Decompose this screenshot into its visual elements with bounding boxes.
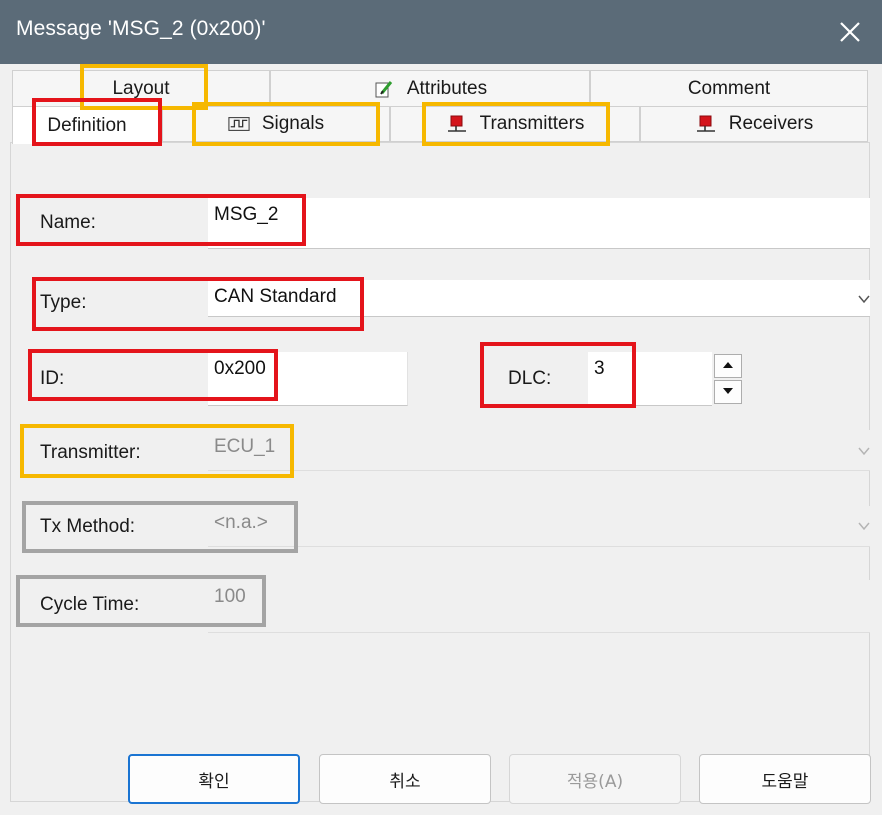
ok-button-label: 확인 [198, 771, 230, 792]
window-title: Message 'MSG_2 (0x200)' [16, 17, 266, 40]
apply-button[interactable]: 적용(A) [509, 754, 681, 804]
transmitter-select[interactable]: ECU_1 [208, 430, 870, 470]
id-value: 0x200 [214, 358, 266, 379]
id-input[interactable]: 0x200 [208, 352, 408, 406]
cycle-time-value: 100 [214, 586, 246, 607]
tab-label: Definition [47, 114, 127, 136]
title-bar: Message 'MSG_2 (0x200)' [0, 0, 882, 64]
tab-comment[interactable]: Comment [590, 70, 868, 108]
tx-method-select[interactable]: <n.a.> [208, 506, 870, 546]
tab-definition[interactable]: Definition [12, 106, 162, 144]
tab-signals[interactable]: Signals [162, 106, 390, 142]
id-label: ID: [40, 368, 65, 389]
tx-method-underline [208, 546, 870, 547]
node-flag-icon [446, 114, 468, 134]
chevron-down-icon[interactable] [857, 292, 873, 308]
type-underline [208, 316, 870, 317]
chevron-down-icon [857, 444, 873, 460]
tab-label: Layout [112, 78, 170, 99]
dlc-label: DLC: [508, 368, 552, 389]
tx-method-label: Tx Method: [40, 516, 136, 537]
tab-label: Comment [687, 78, 771, 99]
chevron-down-icon [857, 519, 873, 535]
transmitter-value: ECU_1 [214, 436, 276, 457]
cycle-time-label: Cycle Time: [40, 594, 140, 615]
dlc-value: 3 [594, 358, 605, 379]
help-button[interactable]: 도움말 [699, 754, 871, 804]
dialog-body: Layout Attributes Comment Definition Sig… [0, 64, 882, 815]
type-value: CAN Standard [214, 286, 337, 307]
tab-label: Attributes [406, 78, 488, 99]
dlc-decrement-button[interactable] [714, 380, 742, 404]
name-input[interactable]: MSG_2 [208, 198, 870, 248]
node-flag-icon [695, 114, 717, 134]
tx-method-value: <n.a.> [214, 512, 268, 533]
attributes-pencil-icon [373, 79, 395, 99]
cycle-time-underline [208, 632, 870, 633]
tab-label: Signals [261, 113, 325, 134]
type-select[interactable]: CAN Standard [208, 280, 870, 316]
cycle-time-input[interactable]: 100 [208, 580, 870, 632]
arrow-up-icon [722, 357, 734, 375]
signals-waveform-icon [228, 114, 250, 134]
transmitter-label: Transmitter: [40, 442, 141, 463]
tab-label: Transmitters [479, 113, 585, 134]
transmitter-underline [208, 470, 870, 471]
tab-transmitters[interactable]: Transmitters [390, 106, 640, 142]
help-button-label: 도움말 [761, 771, 809, 792]
tab-attributes[interactable]: Attributes [270, 70, 590, 108]
tab-label: Receivers [728, 113, 814, 134]
apply-button-label: 적용(A) [566, 771, 624, 792]
name-underline [208, 248, 870, 249]
name-label: Name: [40, 212, 96, 233]
type-label: Type: [40, 292, 87, 313]
dlc-increment-button[interactable] [714, 354, 742, 378]
close-icon [832, 14, 868, 50]
arrow-down-icon [722, 383, 734, 401]
close-button[interactable] [832, 14, 868, 50]
tab-receivers[interactable]: Receivers [640, 106, 868, 142]
cancel-button-label: 취소 [389, 771, 421, 792]
ok-button[interactable]: 확인 [128, 754, 300, 804]
tab-layout[interactable]: Layout [12, 70, 270, 108]
cancel-button[interactable]: 취소 [319, 754, 491, 804]
dlc-input[interactable]: 3 [588, 352, 712, 406]
name-value: MSG_2 [214, 204, 279, 225]
